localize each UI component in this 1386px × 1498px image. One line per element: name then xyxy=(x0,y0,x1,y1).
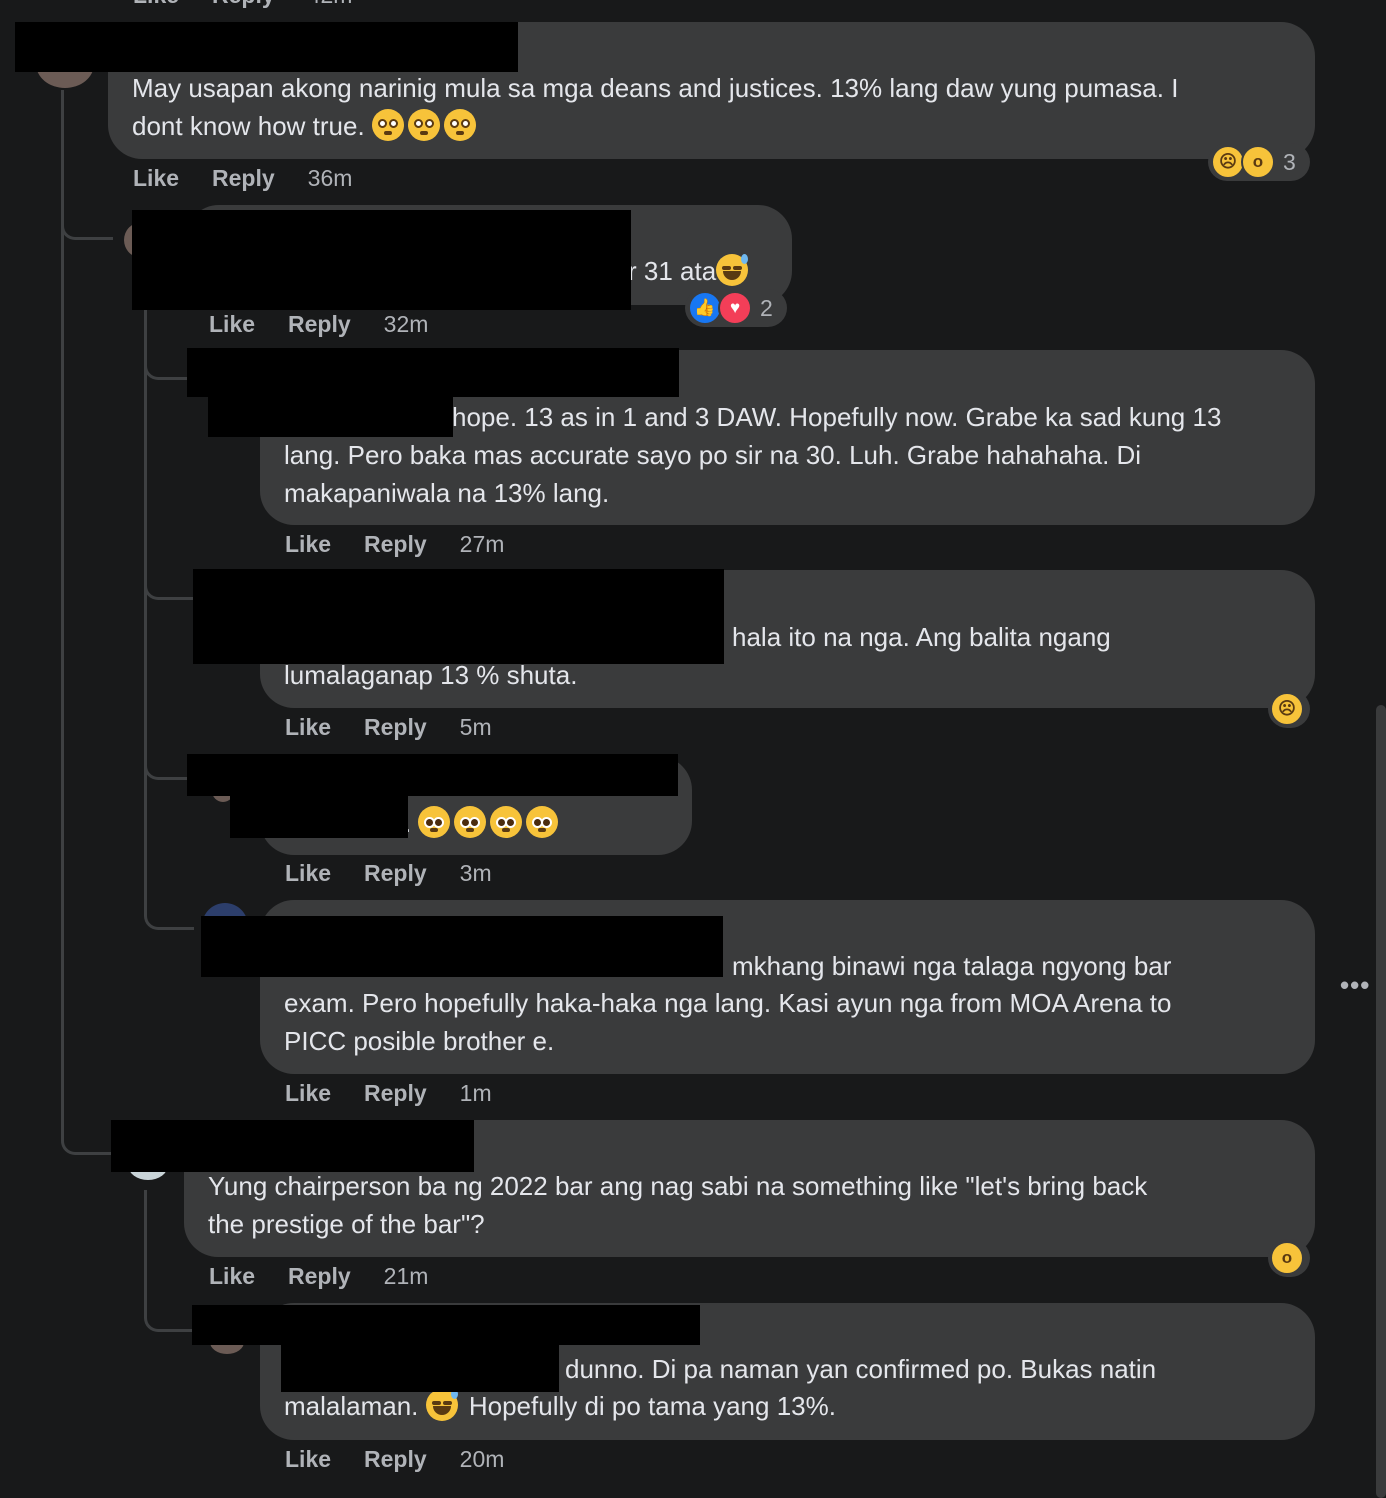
redacted-name xyxy=(208,395,453,437)
timestamp[interactable]: 36m xyxy=(308,165,353,192)
like-button[interactable]: Like xyxy=(133,165,179,192)
thread-connector xyxy=(144,340,189,380)
redacted-name xyxy=(111,1120,474,1172)
redacted-name xyxy=(281,1345,559,1392)
thread-connector xyxy=(144,890,194,930)
redacted-name xyxy=(192,1305,700,1345)
timestamp[interactable]: 20m xyxy=(460,1446,505,1473)
comment-text: . xyxy=(404,805,562,843)
like-button[interactable]: Like xyxy=(285,860,331,887)
thread-connector xyxy=(144,560,194,600)
like-button[interactable]: Like xyxy=(285,531,331,558)
thread-connector xyxy=(61,1110,113,1155)
reply-button[interactable]: Reply xyxy=(212,165,275,192)
like-button[interactable]: Like xyxy=(133,0,179,9)
redacted-name xyxy=(187,348,679,397)
pleading-emoji xyxy=(454,806,487,838)
love-reaction-icon: ♥ xyxy=(718,291,752,325)
more-options-icon[interactable]: ••• xyxy=(1340,970,1370,1001)
timestamp[interactable]: 32m xyxy=(384,311,429,338)
reaction-summary[interactable]: ☹ o 3 xyxy=(1208,143,1310,181)
thread-connector xyxy=(144,1290,194,1332)
reply-button[interactable]: Reply xyxy=(364,860,427,887)
reaction-summary[interactable]: 👍 ♥ 2 xyxy=(685,289,787,327)
comment-actions: Like Reply 20m xyxy=(285,1446,504,1473)
redacted-name xyxy=(187,754,678,796)
reaction-summary[interactable]: ☹ xyxy=(1268,690,1310,728)
pleading-emoji xyxy=(490,806,523,838)
sweat-smile-emoji xyxy=(425,1389,458,1421)
like-button[interactable]: Like xyxy=(209,311,255,338)
timestamp[interactable]: 42m xyxy=(308,0,353,9)
comment-text: lang. Pero baka mas accurate sayo po sir… xyxy=(284,440,1142,508)
reaction-count: 3 xyxy=(1283,148,1296,175)
pleading-emoji xyxy=(526,806,559,838)
like-reaction-icon: 👍 xyxy=(688,291,722,325)
comment-actions: Like Reply 27m xyxy=(285,531,504,558)
reaction-count: 2 xyxy=(760,294,773,321)
sad-reaction-icon: ☹ xyxy=(1211,145,1245,179)
like-button[interactable]: Like xyxy=(285,714,331,741)
comment-actions: Like Reply 5m xyxy=(285,714,492,741)
comment-text: exam. Pero hopefully haka-haka nga lang.… xyxy=(284,988,1172,1056)
reply-button[interactable]: Reply xyxy=(364,531,427,558)
thread-connector xyxy=(61,200,113,240)
comment-actions: Like Reply 32m xyxy=(209,311,428,338)
comment-actions: Like Reply 36m xyxy=(133,165,352,192)
timestamp[interactable]: 3m xyxy=(460,860,492,887)
reply-button[interactable]: Reply xyxy=(364,1080,427,1107)
flushed-emoji xyxy=(443,108,476,141)
like-button[interactable]: Like xyxy=(285,1446,331,1473)
thread-line xyxy=(144,290,147,910)
comment-body: r 31 ata xyxy=(628,256,717,286)
timestamp[interactable]: 27m xyxy=(460,531,505,558)
comment-text: hope. 13 as in 1 and 3 DAW. Hopefully no… xyxy=(452,402,1222,432)
timestamp[interactable]: 21m xyxy=(384,1263,429,1290)
wow-reaction-icon: o xyxy=(1270,1241,1304,1275)
comment-actions: Like Reply 42m xyxy=(133,0,352,9)
comment-text: malalaman. Hopefully di po tama yang 13%… xyxy=(284,1388,836,1426)
thread-connector xyxy=(144,740,189,780)
reply-button[interactable]: Reply xyxy=(288,1263,351,1290)
comment-body: May usapan akong narinig mula sa mga dea… xyxy=(132,73,1179,141)
flushed-emoji xyxy=(371,108,404,141)
redacted-name xyxy=(132,210,631,310)
sad-reaction-icon: ☹ xyxy=(1270,692,1304,726)
flushed-emoji xyxy=(407,108,440,141)
comment-text: mkhang binawi nga talaga ngyong bar xyxy=(732,951,1172,981)
wow-reaction-icon: o xyxy=(1241,145,1275,179)
pleading-emoji xyxy=(418,806,451,838)
comment-actions: Like Reply 1m xyxy=(285,1080,492,1107)
comment-body: malalaman. xyxy=(284,1391,426,1421)
like-button[interactable]: Like xyxy=(285,1080,331,1107)
comment-text: r 31 ata xyxy=(628,253,752,291)
redacted-name xyxy=(201,916,723,977)
comment-body: Hopefully di po tama yang 13%. xyxy=(461,1391,836,1421)
comment-text: dunno. Di pa naman yan confirmed po. Buk… xyxy=(565,1354,1157,1384)
redacted-name xyxy=(193,569,724,664)
reply-button[interactable]: Reply xyxy=(364,714,427,741)
sweat-smile-emoji xyxy=(716,254,749,286)
reply-button[interactable]: Reply xyxy=(288,311,351,338)
timestamp[interactable]: 5m xyxy=(460,714,492,741)
comment-text: May usapan akong narinig mula sa mga dea… xyxy=(132,70,1302,145)
comment-actions: Like Reply 21m xyxy=(209,1263,428,1290)
reply-button[interactable]: Reply xyxy=(212,0,275,9)
like-button[interactable]: Like xyxy=(209,1263,255,1290)
comment-actions: Like Reply 3m xyxy=(285,860,492,887)
comment-text: hala ito na nga. Ang balita ngang xyxy=(732,622,1111,652)
thread-line xyxy=(61,90,64,1140)
redacted-name xyxy=(230,795,408,838)
timestamp[interactable]: 1m xyxy=(460,1080,492,1107)
reaction-summary[interactable]: o xyxy=(1268,1239,1310,1277)
redacted-name xyxy=(15,22,518,72)
scrollbar[interactable] xyxy=(1376,705,1386,1498)
comment-text: Yung chairperson ba ng 2022 bar ang nag … xyxy=(208,1171,1148,1239)
reply-button[interactable]: Reply xyxy=(364,1446,427,1473)
